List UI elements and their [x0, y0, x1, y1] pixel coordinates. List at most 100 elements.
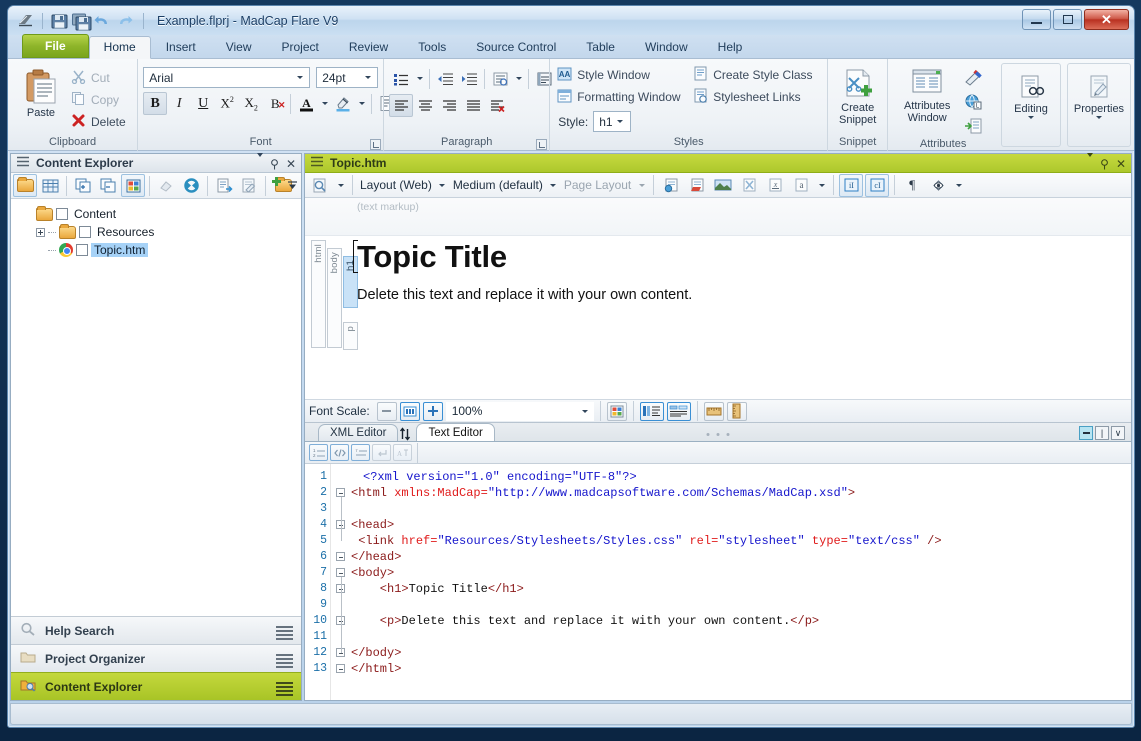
pane-resize-dots[interactable]	[706, 433, 730, 436]
font-size-dropdown-icon[interactable]	[360, 76, 375, 79]
redo-icon[interactable]	[115, 11, 136, 31]
style-window-button[interactable]: AA Style Window	[555, 64, 691, 86]
line-spacing-dropdown-icon[interactable]	[512, 67, 525, 90]
line-spacing-icon[interactable]	[488, 67, 512, 90]
tab-xml-editor[interactable]: XML Editor	[318, 424, 399, 441]
panel-close-icon[interactable]: ✕	[286, 157, 296, 171]
text-color-dropdown-icon[interactable]	[318, 92, 331, 115]
insert-cross-reference-icon[interactable]	[737, 174, 761, 197]
style-combo[interactable]: h1	[593, 111, 631, 132]
insert-snippet-dropdown-icon[interactable]	[815, 174, 828, 197]
tag-wrap-icon[interactable]	[330, 444, 349, 461]
ribbon-tab-file[interactable]: File	[22, 34, 89, 58]
ribbon-tab-view[interactable]: View	[211, 36, 267, 59]
document-body[interactable]: Topic Title Delete this text and replace…	[353, 240, 1131, 303]
save-all-icon[interactable]	[71, 11, 92, 31]
navbar-project-organizer[interactable]: Project Organizer	[11, 644, 301, 672]
close-button[interactable]: ✕	[1084, 9, 1129, 30]
code-line[interactable]: <h1>Topic Title</h1>	[351, 581, 1131, 597]
fold-toggle-icon[interactable]	[336, 552, 345, 561]
condition-tag-icon[interactable]	[961, 66, 985, 89]
font-scale-increase-button[interactable]	[422, 401, 443, 421]
navbar-menu-icon[interactable]	[276, 654, 293, 670]
zoom-dropdown-icon[interactable]	[577, 409, 593, 413]
tree-item-topic[interactable]: Topic.htm	[15, 241, 297, 259]
attributes-window-button[interactable]: Attributes Window	[893, 64, 961, 124]
fold-toggle-icon[interactable]	[336, 568, 345, 577]
format-icon[interactable]: A	[393, 444, 412, 461]
undo-icon[interactable]	[93, 11, 114, 31]
paste-button[interactable]: Paste	[13, 64, 69, 119]
code-line[interactable]: </body>	[351, 645, 1131, 661]
align-justify-icon[interactable]	[461, 94, 485, 117]
vertical-ruler-icon[interactable]	[726, 401, 747, 421]
pane-restore-icon[interactable]: |	[1095, 426, 1109, 440]
font-size-combo[interactable]: 24pt	[316, 67, 379, 88]
link-icon[interactable]	[154, 174, 178, 197]
panel-pin-icon[interactable]: ⚲	[270, 157, 279, 171]
align-left-icon[interactable]	[389, 94, 414, 117]
show-marks-icon[interactable]: ¶	[900, 174, 924, 197]
font-family-dropdown-icon[interactable]	[292, 76, 307, 79]
copy-button[interactable]: Copy	[69, 89, 131, 111]
style-dropdown-icon[interactable]	[613, 120, 628, 123]
navbar-help-search[interactable]: Help Search	[11, 616, 301, 644]
align-right-icon[interactable]	[437, 94, 461, 117]
bullet-list-dropdown-icon[interactable]	[413, 67, 426, 90]
medium-label[interactable]: Medium (default)	[451, 178, 545, 192]
ribbon-tab-window[interactable]: Window	[630, 36, 703, 59]
insert-hyperlink-icon[interactable]	[659, 174, 683, 197]
pane-minimize-icon[interactable]	[1079, 426, 1093, 440]
show-index-icon[interactable]: iI	[839, 173, 864, 197]
editor-pin-icon[interactable]: ⚲	[1100, 157, 1109, 171]
font-scale-decrease-button[interactable]	[376, 401, 397, 421]
fold-gutter[interactable]	[331, 464, 351, 700]
color-swatch-icon[interactable]	[606, 401, 627, 421]
pane-dropdown-icon[interactable]: ∨	[1111, 426, 1125, 440]
horizontal-ruler-icon[interactable]	[703, 401, 724, 421]
create-style-class-button[interactable]: Create Style Class	[691, 64, 831, 86]
document-paragraph[interactable]: Delete this text and replace it with you…	[357, 287, 1131, 303]
tree-checkbox[interactable]	[79, 226, 91, 238]
line-numbers-icon[interactable]: 1 2	[309, 444, 328, 461]
insert-image-icon[interactable]	[711, 174, 735, 197]
panel-dropdown-icon[interactable]	[257, 152, 264, 171]
font-scale-reset-button[interactable]	[399, 401, 420, 421]
highlight-button[interactable]	[331, 92, 355, 115]
expand-all-icon[interactable]	[71, 174, 95, 197]
code-line[interactable]: </html>	[351, 661, 1131, 677]
maximize-button[interactable]	[1053, 9, 1082, 30]
ribbon-tab-tools[interactable]: Tools	[403, 36, 461, 59]
insert-variable-icon[interactable]: x	[763, 174, 787, 197]
tree-checkbox[interactable]	[56, 208, 68, 220]
clear-formatting-button[interactable]: B ✕	[263, 92, 287, 115]
tag-blocks-icon[interactable]	[666, 401, 691, 421]
superscript-button[interactable]: X2	[215, 92, 239, 115]
text-color-button[interactable]: A	[294, 92, 318, 115]
wysiwyg-canvas[interactable]: (text markup) html body h1 p Topic Title…	[305, 198, 1131, 399]
ribbon-tab-table[interactable]: Table	[571, 36, 630, 59]
show-tags-dropdown-icon[interactable]	[952, 174, 965, 197]
delete-button[interactable]: Delete	[69, 111, 131, 133]
editing-button[interactable]: Editing	[1007, 69, 1055, 119]
bold-button[interactable]: B	[143, 92, 168, 115]
tree-item-resources[interactable]: Resources	[15, 223, 297, 241]
decrease-indent-icon[interactable]	[433, 67, 457, 90]
code-line[interactable]	[351, 597, 1131, 613]
show-concept-icon[interactable]: cI	[865, 173, 890, 197]
editor-dropdown-icon[interactable]	[1087, 152, 1094, 171]
insert-attribute-icon[interactable]	[961, 114, 985, 137]
code-line[interactable]	[351, 629, 1131, 645]
show-icons-icon[interactable]	[121, 174, 145, 197]
code-line[interactable]: <link href="Resources/Stylesheets/Styles…	[351, 533, 1131, 549]
navbar-menu-icon[interactable]	[276, 626, 293, 642]
structure-bar-p[interactable]: p	[343, 322, 358, 350]
fold-toggle-icon[interactable]	[336, 664, 345, 673]
structure-bar-body[interactable]: body	[327, 248, 342, 348]
code-editor[interactable]: 1 2 3 4 5 6 7 8 9 10 11 12 13 <?xml version="1.0" en…	[305, 464, 1131, 700]
underline-button[interactable]: U	[191, 92, 215, 115]
highlight-dropdown-icon[interactable]	[355, 92, 368, 115]
insert-newline-icon[interactable]	[372, 444, 391, 461]
word-wrap-icon[interactable]: T	[351, 444, 370, 461]
tree-expander-resources[interactable]	[36, 227, 45, 237]
